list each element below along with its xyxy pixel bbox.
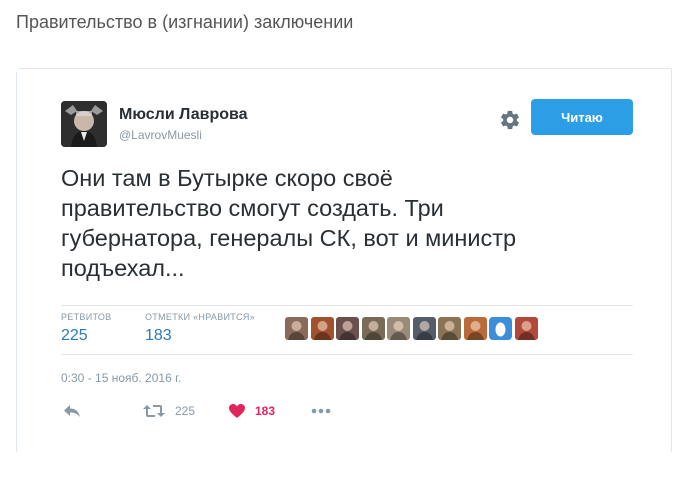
- avatar-image: [61, 101, 107, 147]
- likes-stat[interactable]: ОТМЕТКИ «НРАВИТСЯ» 183: [145, 312, 255, 345]
- page-title: Правительство в (изгнании) заключении: [16, 12, 354, 32]
- liker-avatars: [285, 317, 540, 341]
- user-handle[interactable]: @LavrovMuesli: [119, 128, 202, 142]
- follow-button[interactable]: Читаю: [531, 99, 633, 135]
- like-count: 183: [255, 404, 276, 418]
- timestamp[interactable]: 0:30 - 15 нояб. 2016 г.: [61, 371, 181, 385]
- liker-avatar[interactable]: [412, 317, 436, 340]
- likes-value: 183: [145, 327, 172, 344]
- liker-avatar[interactable]: [387, 317, 410, 340]
- liker-avatar[interactable]: [438, 317, 461, 340]
- retweet-button[interactable]: 225: [143, 401, 195, 421]
- retweets-label: РЕТВИТОВ: [61, 312, 112, 322]
- liker-avatar[interactable]: [463, 317, 487, 340]
- tweet-text: Они там в Бутырке скоро своё правительст…: [61, 165, 517, 281]
- embedded-tweet: Мюсли Лаврова @LavrovMuesli Читаю Они та…: [16, 68, 672, 452]
- liker-avatar[interactable]: [310, 317, 334, 340]
- avatar[interactable]: [61, 101, 107, 147]
- liker-avatar[interactable]: [336, 317, 359, 340]
- heart-icon: [229, 404, 245, 418]
- tweet-actions: 225 183: [61, 401, 661, 421]
- liker-avatar[interactable]: [489, 317, 512, 340]
- user-name[interactable]: Мюсли Лаврова: [119, 106, 248, 124]
- reply-icon: [64, 405, 80, 417]
- retweet-count: 225: [175, 404, 196, 418]
- retweet-icon: [143, 405, 165, 417]
- tweet-stats: РЕТВИТОВ 225 ОТМЕТКИ «НРАВИТСЯ» 183: [61, 305, 633, 355]
- more-icon: [311, 408, 331, 414]
- liker-avatar[interactable]: [514, 317, 538, 340]
- retweets-stat[interactable]: РЕТВИТОВ 225: [61, 312, 111, 345]
- reply-button[interactable]: [63, 401, 81, 421]
- gear-icon[interactable]: [499, 109, 521, 131]
- retweets-value: 225: [61, 327, 88, 344]
- liker-avatar[interactable]: [361, 317, 385, 340]
- like-button[interactable]: 183: [229, 401, 275, 421]
- liker-avatar[interactable]: [285, 317, 308, 340]
- more-button[interactable]: [311, 401, 331, 421]
- likes-label: ОТМЕТКИ «НРАВИТСЯ»: [145, 312, 255, 322]
